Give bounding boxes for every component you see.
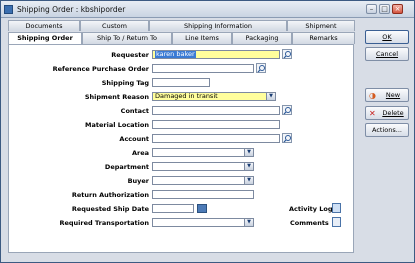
requested-ship-date-field[interactable] (152, 204, 194, 213)
delete-icon: ✕ (369, 109, 376, 118)
cancel-button-label: Cancel (375, 50, 399, 58)
activity-log-label: Activity Log (289, 205, 333, 213)
tab-shipping-information[interactable]: Shipping Information (149, 20, 287, 31)
activity-log-icon[interactable] (332, 203, 341, 213)
buyer-label: Buyer (127, 177, 149, 185)
chevron-down-icon[interactable]: ▼ (244, 177, 253, 184)
cancel-button[interactable]: Cancel (365, 47, 409, 61)
chevron-down-icon[interactable]: ▼ (244, 149, 253, 156)
reference-po-label: Reference Purchase Order (52, 65, 149, 73)
shipping-tag-field[interactable] (152, 78, 210, 87)
account-label: Account (119, 135, 149, 143)
window-title: Shipping Order : kbshiporder (17, 5, 126, 14)
account-lookup-icon[interactable] (282, 133, 292, 143)
ok-button-label: OK (382, 33, 392, 41)
tab-packaging[interactable]: Packaging (232, 32, 292, 44)
shipment-reason-label: Shipment Reason (84, 93, 149, 101)
actions-button[interactable]: Actions... (365, 123, 409, 137)
app-icon (4, 5, 13, 14)
department-label: Department (104, 163, 149, 171)
material-location-field[interactable] (152, 120, 280, 129)
return-authorization-field[interactable] (152, 190, 254, 199)
tab-remarks[interactable]: Remarks (292, 32, 355, 44)
required-transportation-label: Required Transportation (59, 219, 149, 227)
calendar-icon[interactable] (197, 204, 207, 213)
tab-ship-to-return-to[interactable]: Ship To / Return To (82, 32, 172, 44)
shipment-reason-value: Damaged in transit (155, 92, 218, 100)
tab-line-items[interactable]: Line Items (172, 32, 232, 44)
department-select[interactable]: ▼ (152, 162, 254, 171)
comments-icon[interactable] (332, 217, 341, 227)
requester-value: karen baker (155, 50, 196, 58)
new-button-label: New (385, 91, 401, 99)
requester-lookup-icon[interactable] (282, 49, 292, 59)
shipment-reason-select[interactable]: Damaged in transit ▼ (152, 92, 276, 101)
contact-lookup-icon[interactable] (282, 105, 292, 115)
tab-custom[interactable]: Custom (80, 20, 149, 31)
contact-field[interactable] (152, 106, 280, 115)
area-select[interactable]: ▼ (152, 148, 254, 157)
ok-button[interactable]: OK (365, 30, 409, 44)
tab-documents[interactable]: Documents (8, 20, 80, 31)
chevron-down-icon[interactable]: ▼ (266, 93, 275, 100)
shipping-order-window: Shipping Order : kbshiporder – □ × Docum… (0, 0, 415, 263)
chevron-down-icon[interactable]: ▼ (244, 219, 253, 226)
delete-button[interactable]: ✕ Delete (365, 106, 409, 120)
comments-label: Comments (290, 219, 329, 227)
title-bar: Shipping Order : kbshiporder – □ × (1, 1, 414, 18)
tab-shipment[interactable]: Shipment (287, 20, 355, 31)
new-icon: ◑ (369, 91, 376, 100)
area-label: Area (131, 149, 149, 157)
close-icon[interactable]: × (392, 4, 403, 14)
requester-field[interactable]: karen baker (152, 50, 280, 59)
requester-label: Requester (111, 51, 149, 59)
new-button[interactable]: ◑ New (365, 88, 409, 102)
actions-button-label: Actions... (372, 126, 402, 134)
requested-ship-date-label: Requested Ship Date (71, 205, 149, 213)
shipping-order-panel: Requester karen baker Reference Purchase… (8, 44, 354, 253)
minimize-icon[interactable]: – (366, 4, 377, 14)
account-field[interactable] (152, 134, 280, 143)
shipping-tag-label: Shipping Tag (101, 79, 149, 87)
contact-label: Contact (120, 107, 149, 115)
chevron-down-icon[interactable]: ▼ (244, 163, 253, 170)
buyer-select[interactable]: ▼ (152, 176, 254, 185)
required-transportation-select[interactable]: ▼ (152, 218, 254, 227)
maximize-icon[interactable]: □ (379, 4, 390, 14)
reference-po-lookup-icon[interactable] (256, 63, 266, 73)
reference-po-field[interactable] (152, 64, 254, 73)
delete-button-label: Delete (382, 109, 404, 117)
material-location-label: Material Location (85, 121, 149, 129)
return-authorization-label: Return Authorization (71, 191, 149, 199)
